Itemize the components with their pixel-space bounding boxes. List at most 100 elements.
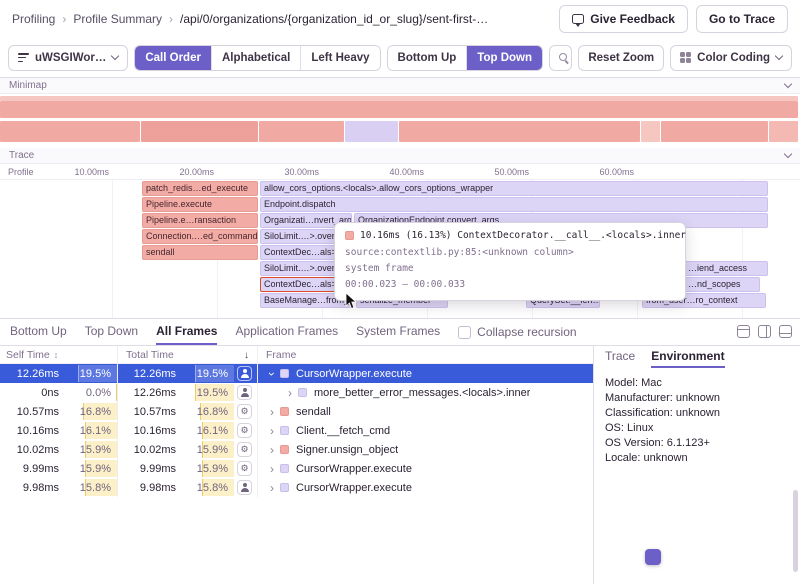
frame-table-row[interactable]: 12.26ms19.5%12.26ms19.5%CursorWrapper.ex… xyxy=(0,364,593,383)
ruler-origin-label: Profile xyxy=(8,167,34,177)
self-time-cell: 10.02ms15.9% xyxy=(0,440,118,459)
ruler-tick-label: 40.00ms xyxy=(389,167,424,177)
minimap-section-header[interactable]: Minimap xyxy=(0,78,800,94)
flame-frame[interactable]: sendall xyxy=(142,245,258,260)
flamegraph[interactable]: patch_redis…ed_executeallow_cors_options… xyxy=(0,180,800,318)
frame-color-swatch xyxy=(298,388,307,397)
total-time-column-header[interactable]: Total Time xyxy=(118,346,258,363)
expand-chevron-icon[interactable] xyxy=(266,462,278,476)
scrollbar-thumb[interactable] xyxy=(793,490,798,572)
minimap-canvas[interactable] xyxy=(0,94,800,148)
flame-frame[interactable]: patch_redis…ed_execute xyxy=(142,181,258,196)
trace-label: Trace xyxy=(9,150,34,161)
layout-sidebar-right-icon[interactable] xyxy=(758,325,771,338)
flame-frame[interactable]: Connection.…ed_command xyxy=(142,229,258,244)
direction-bottom-up-button[interactable]: Bottom Up xyxy=(388,46,467,70)
frame-table-row[interactable]: 9.99ms15.9%9.99ms15.9%⚙CursorWrapper.exe… xyxy=(0,459,593,478)
frame-column-header[interactable]: Frame xyxy=(258,346,593,363)
flame-frame[interactable]: …nd_scopes xyxy=(684,277,760,292)
sort-call-order-button[interactable]: Call Order xyxy=(135,46,211,70)
env-field-label: Locale: xyxy=(605,452,644,464)
minimap-block xyxy=(0,101,798,118)
direction-top-down-button[interactable]: Top Down xyxy=(466,46,542,70)
system-frame-icon: ⚙ xyxy=(237,442,252,457)
give-feedback-label: Give Feedback xyxy=(590,12,675,26)
frame-color-swatch xyxy=(280,483,289,492)
total-time-percent: 16.1% xyxy=(182,421,234,440)
find-frames-search[interactable] xyxy=(549,45,572,71)
percent-text: 19.5% xyxy=(80,368,111,380)
expand-chevron-icon[interactable] xyxy=(266,481,278,495)
tab-application-frames[interactable]: Application Frames xyxy=(235,319,338,345)
give-feedback-button[interactable]: Give Feedback xyxy=(559,5,688,33)
tab-bottom-up[interactable]: Bottom Up xyxy=(10,319,67,345)
flame-frame[interactable]: Endpoint.dispatch xyxy=(260,197,768,212)
frame-color-swatch xyxy=(280,407,289,416)
total-time-percent: 16.8% xyxy=(182,402,234,421)
self-time-percent: 16.8% xyxy=(65,402,117,421)
profiling-flamegraph-page: Profiling Profile Summary /api/0/organiz… xyxy=(0,0,800,584)
sorting-segmented-control: Call Order Alphabetical Left Heavy xyxy=(134,45,380,71)
env-field: Manufacturer: unknown xyxy=(605,391,790,406)
frame-name: CursorWrapper.execute xyxy=(296,463,412,475)
sort-left-heavy-button[interactable]: Left Heavy xyxy=(300,46,379,70)
color-coding-dropdown[interactable]: Color Coding xyxy=(670,45,792,71)
chevron-down-icon xyxy=(784,150,792,158)
total-time-value: 9.98ms xyxy=(118,482,182,494)
self-time-header-label: Self Time xyxy=(6,349,50,361)
breadcrumb-profiling[interactable]: Profiling xyxy=(12,12,55,26)
expand-chevron-icon[interactable] xyxy=(266,405,278,419)
flame-frame[interactable]: Pipeline.execute xyxy=(142,197,258,212)
minimap-block xyxy=(661,121,768,142)
flame-frame[interactable]: allow_cors_options.<locals>.allow_cors_o… xyxy=(260,181,768,196)
frame-table-row[interactable]: 10.57ms16.8%10.57ms16.8%⚙sendall xyxy=(0,402,593,421)
trace-section-header[interactable]: Trace xyxy=(0,148,800,164)
flame-frame[interactable]: Pipeline.e…ransaction xyxy=(142,213,258,228)
percent-text: 16.1% xyxy=(80,425,111,437)
system-frame-icon: ⚙ xyxy=(237,461,252,476)
frame-name-cell: Client.__fetch_cmd xyxy=(258,421,593,440)
go-to-trace-button[interactable]: Go to Trace xyxy=(696,5,788,33)
frame-table-row[interactable]: 10.02ms15.9%10.02ms15.9%⚙Signer.unsign_o… xyxy=(0,440,593,459)
layout-table-icon[interactable] xyxy=(737,325,750,338)
frame-stack-tabs: Bottom Up Top Down All Frames Applicatio… xyxy=(0,319,800,346)
env-field-value: unknown xyxy=(644,452,688,464)
self-time-cell: 9.98ms15.8% xyxy=(0,478,118,497)
floating-widget-button[interactable] xyxy=(645,549,661,565)
minimap-block xyxy=(641,121,660,142)
percent-text: 15.9% xyxy=(197,463,228,475)
total-time-cell: 10.57ms16.8%⚙ xyxy=(118,402,258,421)
total-time-percent: 19.5% xyxy=(182,383,234,402)
tab-environment[interactable]: Environment xyxy=(651,349,724,368)
tab-top-down[interactable]: Top Down xyxy=(85,319,138,345)
sort-alphabetical-button[interactable]: Alphabetical xyxy=(211,46,300,70)
frame-name-cell: CursorWrapper.execute xyxy=(258,478,593,497)
collapse-recursion-checkbox[interactable] xyxy=(458,326,471,339)
details-panel: Trace Environment Model: MacManufacturer… xyxy=(595,346,800,584)
tab-all-frames[interactable]: All Frames xyxy=(156,319,217,345)
flame-frame[interactable]: …iend_access xyxy=(684,261,768,276)
frame-table-row[interactable]: 10.16ms16.1%10.16ms16.1%⚙Client.__fetch_… xyxy=(0,421,593,440)
chevron-down-icon xyxy=(111,52,119,60)
collapse-recursion-control[interactable]: Collapse recursion xyxy=(458,325,576,339)
frame-table-row[interactable]: 0ns0.0%12.26ms19.5%more_better_error_mes… xyxy=(0,383,593,402)
tab-system-frames[interactable]: System Frames xyxy=(356,319,440,345)
expand-chevron-icon[interactable] xyxy=(265,368,279,380)
reset-zoom-button[interactable]: Reset Zoom xyxy=(578,45,664,71)
layout-sidebar-bottom-icon[interactable] xyxy=(779,325,792,338)
self-time-column-header[interactable]: Self Time xyxy=(0,346,118,363)
expand-chevron-icon[interactable] xyxy=(266,443,278,457)
self-time-value: 9.98ms xyxy=(0,482,65,494)
breadcrumb-profile-summary[interactable]: Profile Summary xyxy=(73,12,162,26)
thread-selector-dropdown[interactable]: uWSGIWor… xyxy=(8,45,128,71)
expand-chevron-icon[interactable] xyxy=(284,386,296,400)
env-field: OS Version: 6.1.123+ xyxy=(605,436,790,451)
self-time-cell: 10.57ms16.8% xyxy=(0,402,118,421)
percent-text: 15.9% xyxy=(80,463,111,475)
frame-table-row[interactable]: 9.98ms15.8%9.98ms15.8%CursorWrapper.exec… xyxy=(0,478,593,497)
self-time-percent: 0.0% xyxy=(65,383,117,402)
tab-trace-details[interactable]: Trace xyxy=(605,349,635,368)
percent-text: 15.8% xyxy=(197,482,228,494)
frame-color-swatch xyxy=(280,426,289,435)
expand-chevron-icon[interactable] xyxy=(266,424,278,438)
